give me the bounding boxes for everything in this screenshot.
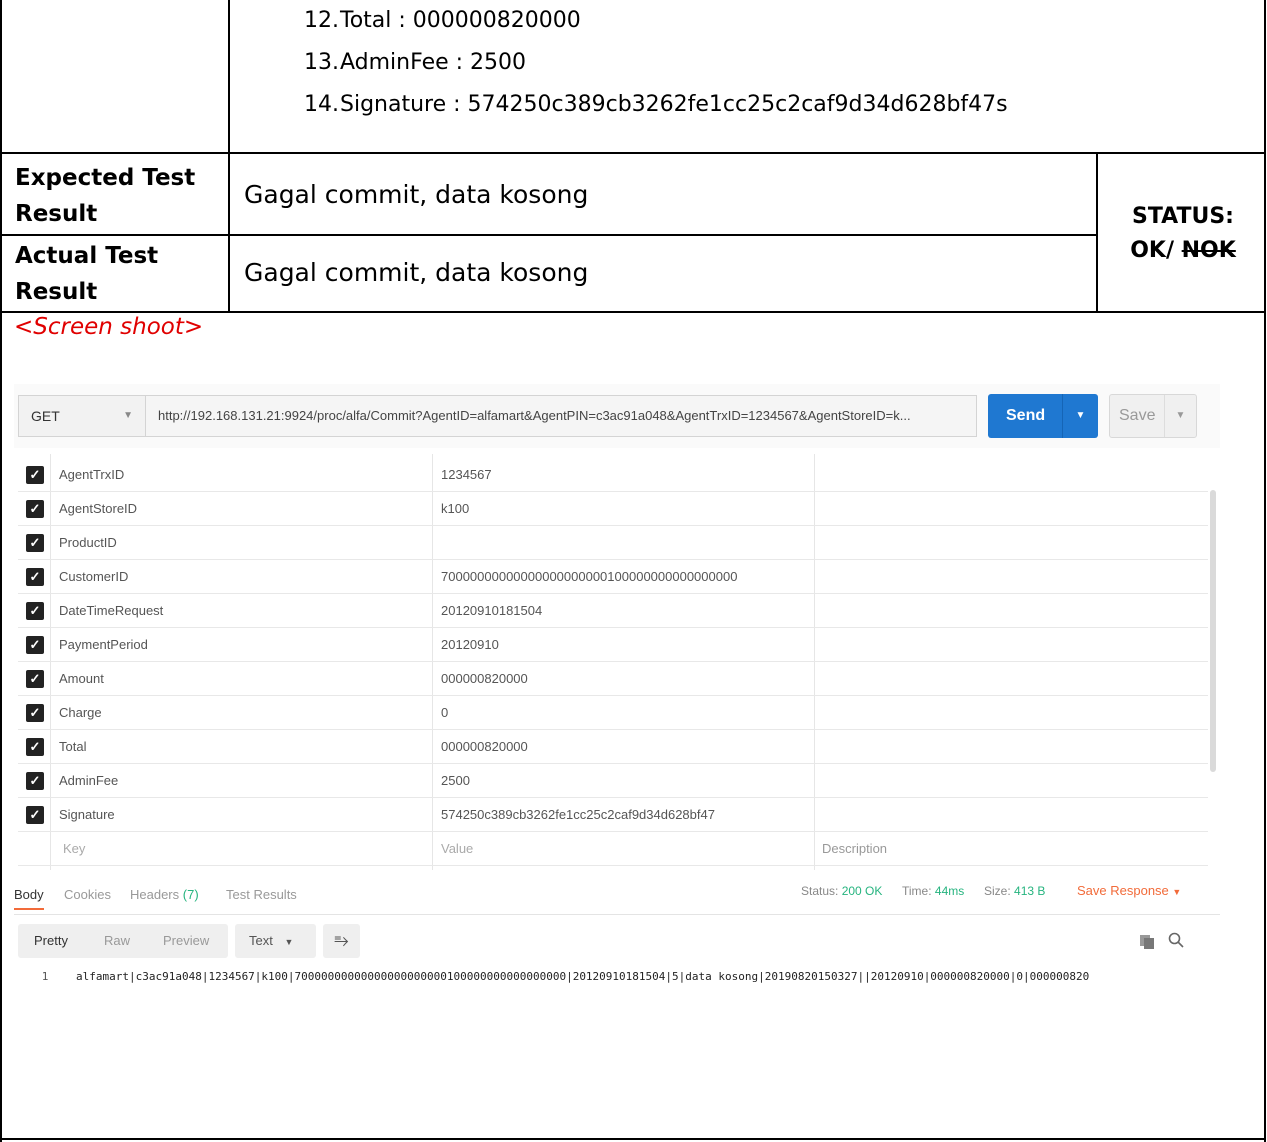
tab-headers[interactable]: Headers (7): [130, 887, 199, 902]
param-row: ✓ Amount 000000820000: [18, 662, 1208, 696]
checkbox-icon[interactable]: ✓: [26, 534, 44, 552]
actual-result-value: Gagal commit, data kosong: [244, 258, 589, 287]
checkbox-icon[interactable]: ✓: [26, 602, 44, 620]
tab-cookies[interactable]: Cookies: [64, 887, 111, 902]
url-input[interactable]: http://192.168.131.21:9924/proc/alfa/Com…: [145, 395, 977, 437]
table-border-left: [0, 0, 2, 1142]
table-border-right: [1264, 0, 1266, 1142]
response-tabs: Body Cookies Headers (7) Test Results St…: [14, 881, 1220, 915]
save-button[interactable]: Save ▼: [1109, 394, 1197, 438]
value-input[interactable]: Value: [441, 832, 473, 866]
save-response-button[interactable]: Save Response ▼: [1077, 883, 1181, 898]
copy-icon[interactable]: [1140, 935, 1154, 949]
text-format-select[interactable]: Text ▼: [235, 924, 316, 958]
status-cell: STATUS: OK/ NOK: [1130, 204, 1236, 263]
method-select[interactable]: GET ▼: [18, 395, 146, 437]
param-row: ✓ Charge 0: [18, 696, 1208, 730]
postman-screenshot: GET ▼ http://192.168.131.21:9924/proc/alf…: [14, 384, 1220, 990]
param-row: ✓ PaymentPeriod 20120910: [18, 628, 1208, 662]
checkbox-icon[interactable]: ✓: [26, 670, 44, 688]
table-row-divider: [0, 152, 1266, 154]
param-row: ✓ ProductID: [18, 526, 1208, 560]
tab-preview[interactable]: Preview: [163, 933, 209, 948]
parameter-list: 12.Total : 000000820000 13.AdminFee : 25…: [304, 0, 1008, 126]
expected-result-label: Expected Test Result: [15, 165, 196, 227]
tab-test-results[interactable]: Test Results: [226, 887, 297, 902]
param-row: ✓ DateTimeRequest 20120910181504: [18, 594, 1208, 628]
checkbox-icon[interactable]: ✓: [26, 636, 44, 654]
param-row: ✓ AgentStoreID k100: [18, 492, 1208, 526]
tab-body[interactable]: Body: [14, 887, 44, 910]
params-scrollbar[interactable]: [1210, 490, 1216, 772]
expected-result-value: Gagal commit, data kosong: [244, 180, 589, 209]
key-input[interactable]: Key: [63, 832, 85, 866]
tab-pretty[interactable]: Pretty: [34, 933, 68, 948]
size-info: Size: 413 B: [984, 884, 1046, 898]
time-info: Time: 44ms: [902, 884, 965, 898]
list-item: 12.Total : 000000820000: [304, 8, 581, 33]
param-row: ✓ AdminFee 2500: [18, 764, 1208, 798]
checkbox-icon[interactable]: ✓: [26, 568, 44, 586]
chevron-down-icon: ▼: [1172, 887, 1182, 897]
table-col-divider: [228, 0, 230, 312]
chevron-down-icon: ▼: [123, 410, 133, 421]
list-item: 13.AdminFee : 2500: [304, 50, 527, 75]
checkbox-icon[interactable]: ✓: [26, 772, 44, 790]
param-row: ✓ Total 000000820000: [18, 730, 1208, 764]
list-item: 14.Signature : 574250c389cb3262fe1cc25c2…: [304, 92, 1008, 117]
search-icon[interactable]: [1168, 932, 1184, 948]
table-col-divider-status: [1096, 152, 1098, 312]
chevron-down-icon: ▼: [284, 937, 294, 947]
description-input[interactable]: Description: [822, 832, 887, 866]
response-body-text: alfamart|c3ac91a048|1234567|k100|7000000…: [76, 970, 1090, 983]
checkbox-icon[interactable]: ✓: [26, 500, 44, 518]
send-button[interactable]: Send ▼: [988, 394, 1098, 438]
param-placeholder-row: Key Value Description: [18, 832, 1208, 866]
status-info: Status: 200 OK: [801, 884, 883, 898]
nok-strikethrough: NOK: [1181, 238, 1236, 263]
format-tabs: Pretty Raw Preview: [18, 924, 228, 958]
param-row: ✓ CustomerID 70000000000000000000000100000…: [18, 560, 1208, 594]
screenshot-caption: <Screen shoot>: [14, 314, 204, 340]
document-page: 12.Total : 000000820000 13.AdminFee : 25…: [0, 0, 1267, 1142]
table-row-divider: [0, 234, 1098, 236]
checkbox-icon[interactable]: ✓: [26, 704, 44, 722]
tab-raw[interactable]: Raw: [104, 933, 130, 948]
wrap-lines-icon[interactable]: ⥱: [323, 924, 360, 958]
checkbox-icon[interactable]: ✓: [26, 738, 44, 756]
checkbox-icon[interactable]: ✓: [26, 466, 44, 484]
chevron-down-icon[interactable]: ▼: [1164, 395, 1196, 437]
checkbox-icon[interactable]: ✓: [26, 806, 44, 824]
table-row-divider: [0, 311, 1266, 313]
param-row: ✓ AgentTrxID 1234567: [18, 458, 1208, 492]
request-bar: GET ▼ http://192.168.131.21:9924/proc/alf…: [14, 384, 1220, 448]
line-number: 1: [41, 970, 49, 983]
response-body-line: 1 alfamart|c3ac91a048|1234567|k100|700000…: [14, 966, 1220, 988]
response-toolbar: Pretty Raw Preview Text ▼ ⥱: [14, 924, 1220, 960]
param-row: ✓ Signature 574250c389cb3262fe1cc25c2caf9d…: [18, 798, 1208, 832]
actual-result-label: Actual Test Result: [15, 243, 159, 305]
chevron-down-icon[interactable]: ▼: [1062, 394, 1098, 438]
table-border-bottom: [0, 1138, 1266, 1140]
